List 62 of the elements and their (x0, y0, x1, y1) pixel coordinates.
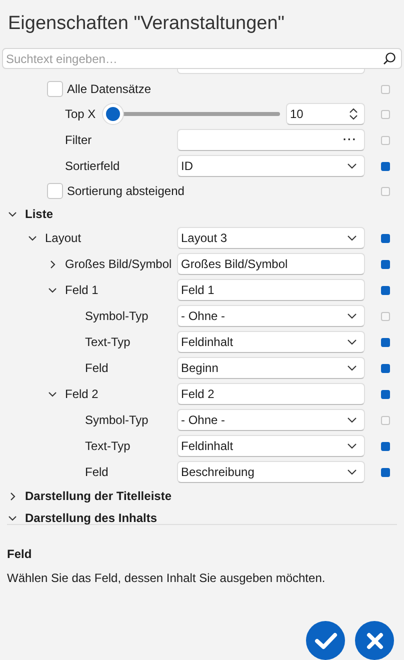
property-label: Text-Typ (85, 334, 130, 351)
text-field[interactable]: Großes Bild/Symbol (177, 253, 365, 275)
chevron-down-icon (347, 365, 357, 371)
number-spinner[interactable]: 10 (286, 103, 365, 125)
up-down-arrows-icon[interactable] (349, 108, 358, 120)
dropdown[interactable]: - Ohne - (177, 305, 365, 327)
search-icon[interactable] (383, 52, 396, 65)
chevron-down-icon[interactable] (8, 514, 17, 522)
picker-field[interactable]: ··· (177, 129, 365, 151)
property-label: Sortierfeld (65, 158, 120, 175)
dropdown[interactable]: Feldinhalt (177, 331, 365, 353)
chevron-right-icon[interactable] (8, 492, 17, 500)
checkbox-label: Alle Datensätze (67, 81, 152, 98)
property-label: Feld 2 (65, 386, 98, 403)
dropdown[interactable]: Layout 3 (177, 227, 365, 249)
close-icon (364, 630, 384, 650)
text-field[interactable]: Feld 1 (177, 279, 365, 301)
property-label: Symbol-Typ (85, 412, 148, 429)
dropdown[interactable]: Feldinhalt (177, 435, 365, 457)
chevron-down-icon (347, 417, 357, 423)
property-label: Feld (85, 464, 108, 481)
more-button[interactable]: ··· (343, 132, 357, 148)
dropdown[interactable]: - Ohne - (177, 409, 365, 431)
dropdown[interactable]: ID (177, 155, 365, 177)
property-label: Top X (65, 106, 97, 123)
dropdown[interactable]: Beschreibung (177, 461, 365, 483)
property-label: Text-Typ (85, 438, 130, 455)
property-label: Großes Bild/Symbol (65, 256, 172, 273)
checkbox-label: Sortierung absteigend (67, 183, 184, 200)
section-heading[interactable]: Liste (25, 205, 54, 223)
info-title: Feld (7, 546, 32, 563)
chevron-down-icon[interactable] (48, 390, 57, 398)
window-title: Eigenschaften "Veranstaltungen" (8, 12, 285, 36)
checkbox[interactable] (47, 81, 63, 97)
close-button[interactable] (355, 621, 394, 660)
chevron-down-icon (347, 339, 357, 345)
slider-thumb[interactable] (103, 104, 123, 124)
property-label: Feld 1 (65, 282, 98, 299)
text-field[interactable] (177, 69, 365, 74)
chevron-down-icon (347, 469, 357, 475)
chevron-down-icon (347, 163, 357, 169)
chevron-right-icon[interactable] (48, 260, 57, 268)
property-label: Layout (45, 230, 82, 247)
section-heading[interactable]: Darstellung des Inhalts (25, 509, 158, 527)
property-label: Filter (65, 132, 92, 149)
info-description: Wählen Sie das Feld, dessen Inhalt Sie ausgeben möchten. (7, 570, 326, 587)
chevron-down-icon (347, 313, 357, 319)
chevron-down-icon[interactable] (28, 234, 37, 242)
checkmark-icon (314, 630, 338, 650)
chevron-down-icon (347, 443, 357, 449)
search-field[interactable]: Suchtext eingeben… (2, 48, 402, 69)
dropdown[interactable]: Beginn (177, 357, 365, 379)
confirm-button[interactable] (306, 621, 345, 660)
chevron-down-icon[interactable] (48, 286, 57, 294)
chevron-down-icon[interactable] (8, 210, 17, 218)
chevron-down-icon (347, 235, 357, 241)
property-label: Feld (85, 360, 108, 377)
text-field[interactable]: Feld 2 (177, 383, 365, 405)
section-heading[interactable]: Darstellung der Titelleiste (25, 487, 172, 505)
property-label: Symbol-Typ (85, 308, 148, 325)
slider[interactable] (103, 104, 280, 124)
checkbox[interactable] (47, 183, 63, 199)
